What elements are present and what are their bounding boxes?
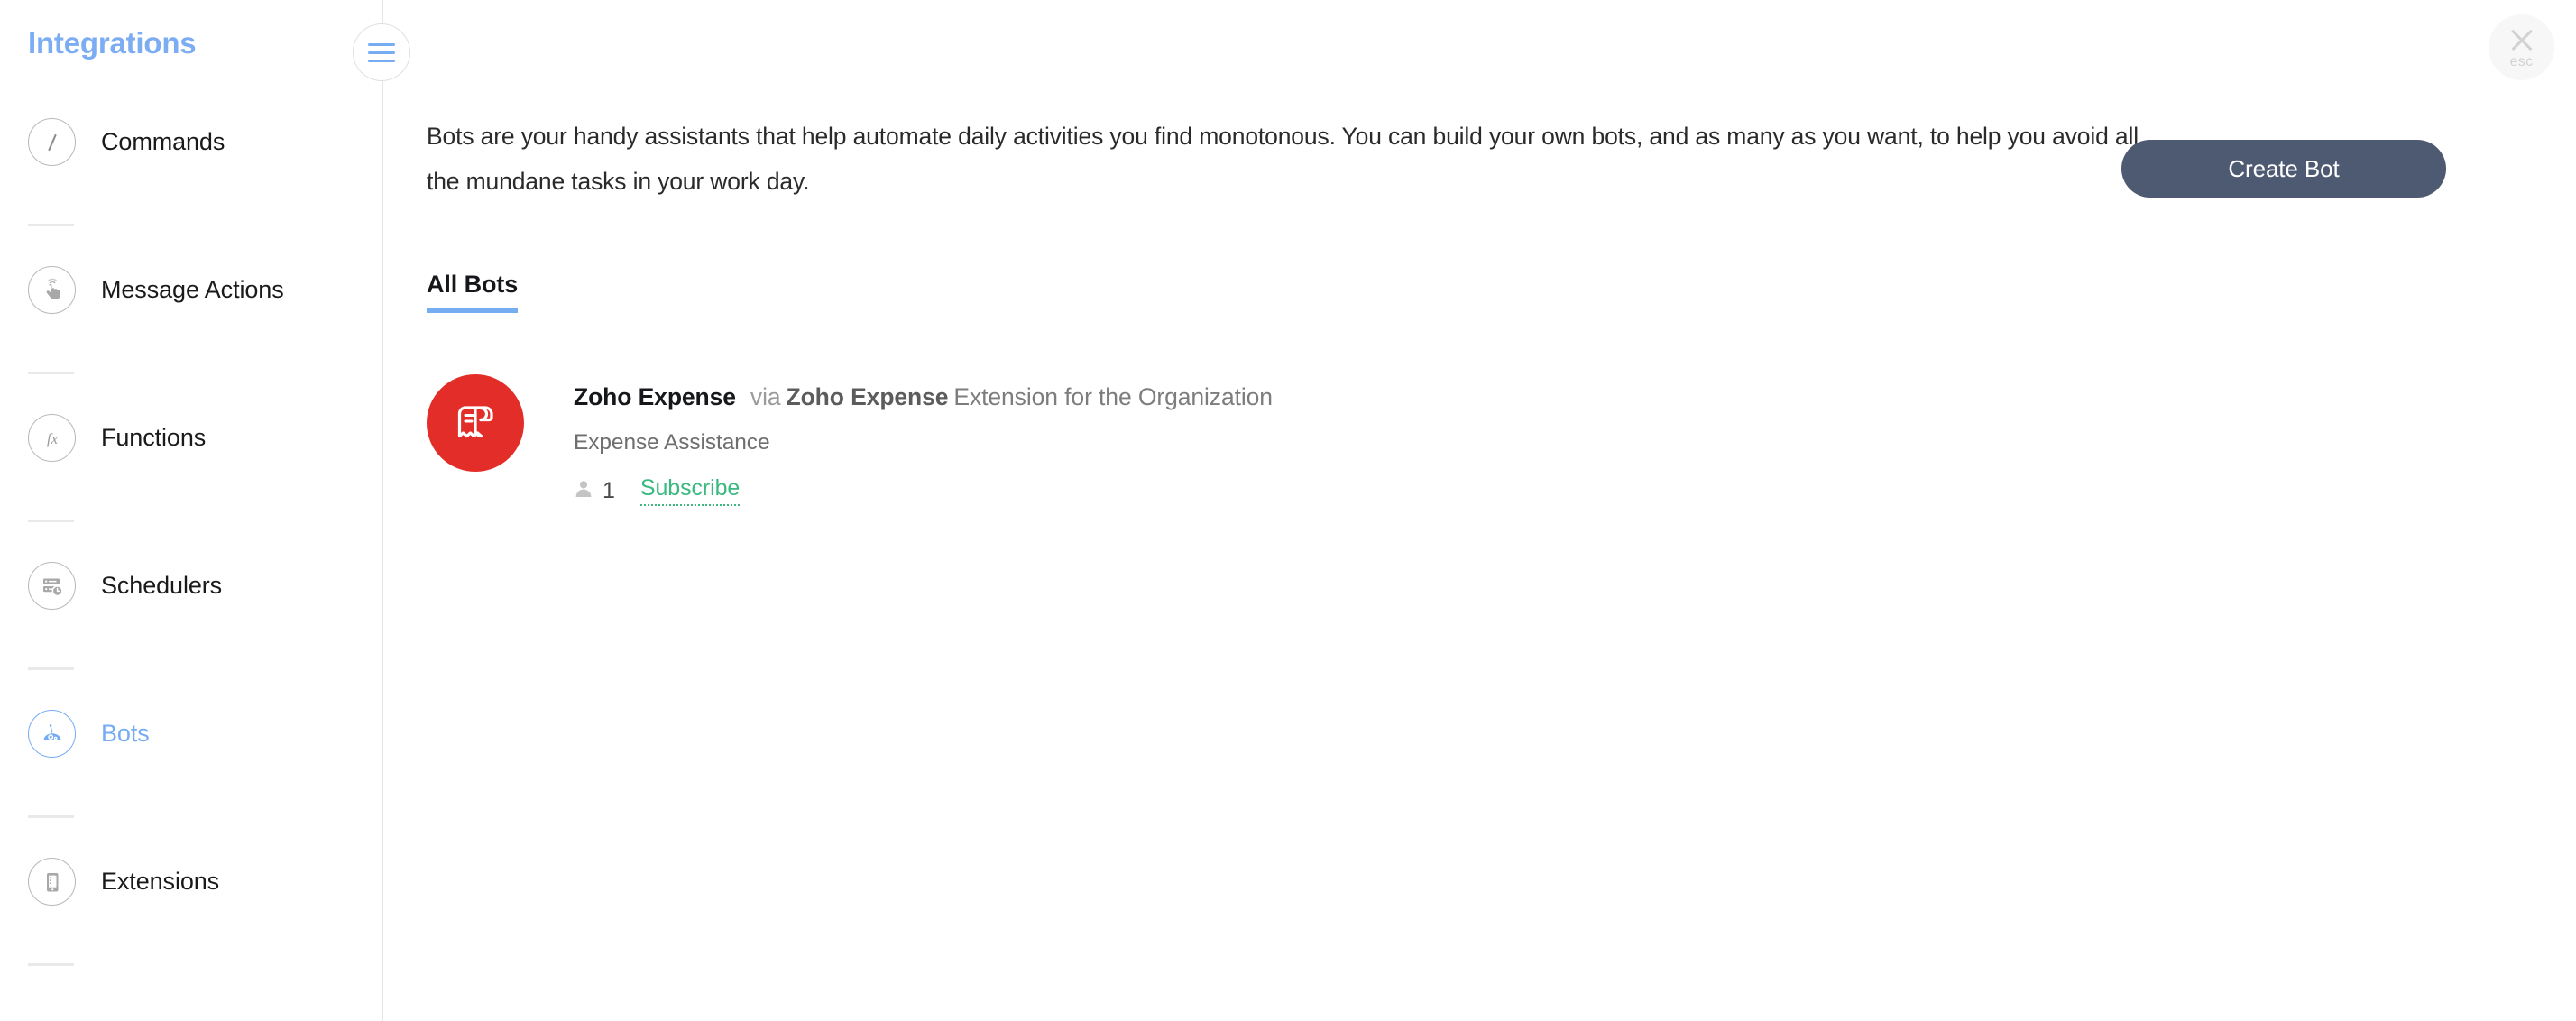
bot-description: Expense Assistance — [574, 430, 770, 455]
mobile-device-icon — [28, 858, 76, 906]
integrations-bots-page: Integrations Commands Message Actions fx… — [0, 0, 2576, 1021]
sidebar-item-label: Message Actions — [101, 276, 284, 303]
robot-icon — [28, 710, 76, 758]
bots-intro-text: Bots are your handy assistants that help… — [427, 123, 2139, 195]
create-bot-button[interactable]: Create Bot — [2121, 140, 2446, 198]
sidebar-item-label: Bots — [101, 720, 150, 747]
sidebar-item-label: Extensions — [101, 868, 220, 895]
page-title: Integrations — [28, 26, 197, 60]
sidebar-item-commands[interactable]: Commands — [0, 106, 382, 254]
bot-list-item[interactable]: Zoho Expense via Zoho Expense Extension for… — [427, 374, 1273, 506]
sidebar-item-bots[interactable]: Bots — [0, 698, 382, 846]
bot-meta: 1 Subscribe — [574, 475, 1273, 506]
sidebar-divider — [28, 224, 74, 226]
sidebar-item-label: Commands — [101, 128, 225, 155]
zoho-expense-receipt-icon — [427, 374, 524, 472]
svg-text:fx: fx — [46, 430, 58, 447]
sidebar-item-functions[interactable]: fx Functions — [0, 402, 382, 550]
sidebar-item-schedulers[interactable]: Schedulers — [0, 550, 382, 698]
subscriber-count: 1 — [603, 477, 615, 503]
fx-icon: fx — [28, 414, 76, 462]
sidebar-divider — [28, 963, 74, 966]
subscribe-link[interactable]: Subscribe — [639, 475, 740, 506]
bot-details: Zoho Expense via Zoho Expense Extension for… — [574, 374, 1273, 506]
bot-extension-suffix: Extension for the Organization — [953, 383, 1273, 410]
person-icon — [574, 479, 593, 503]
sidebar-divider — [28, 520, 74, 522]
tap-hand-icon — [28, 266, 76, 314]
bot-name: Zoho Expense — [574, 383, 736, 410]
sidebar-item-label: Functions — [101, 424, 207, 451]
sidebar-item-extensions[interactable]: Extensions — [0, 846, 382, 994]
menu-toggle-button[interactable] — [353, 23, 410, 81]
hamburger-icon — [368, 42, 395, 62]
sidebar: Integrations Commands Message Actions fx… — [0, 0, 382, 1021]
bots-tabs: All Bots — [427, 271, 519, 313]
main-content: Bots are your handy assistants that help… — [383, 0, 2576, 1021]
sidebar-divider — [28, 372, 74, 374]
tab-all-bots[interactable]: All Bots — [427, 271, 519, 313]
sidebar-item-message-actions[interactable]: Message Actions — [0, 254, 382, 402]
scheduler-clock-icon — [28, 562, 76, 610]
bot-title-line: Zoho Expense via Zoho Expense Extension for… — [574, 382, 1273, 412]
sidebar-item-label: Schedulers — [101, 572, 223, 599]
sidebar-nav: Commands Message Actions fx Functions Sc… — [0, 106, 382, 994]
close-x-icon — [2508, 26, 2535, 53]
sidebar-divider — [28, 667, 74, 670]
sidebar-divider — [28, 815, 74, 818]
close-button[interactable]: esc — [2489, 14, 2554, 80]
close-button-label: esc — [2509, 54, 2534, 69]
bot-extension-name: Zoho Expense — [786, 383, 949, 410]
bot-via-label: via — [750, 383, 781, 410]
slash-command-icon — [28, 118, 76, 166]
